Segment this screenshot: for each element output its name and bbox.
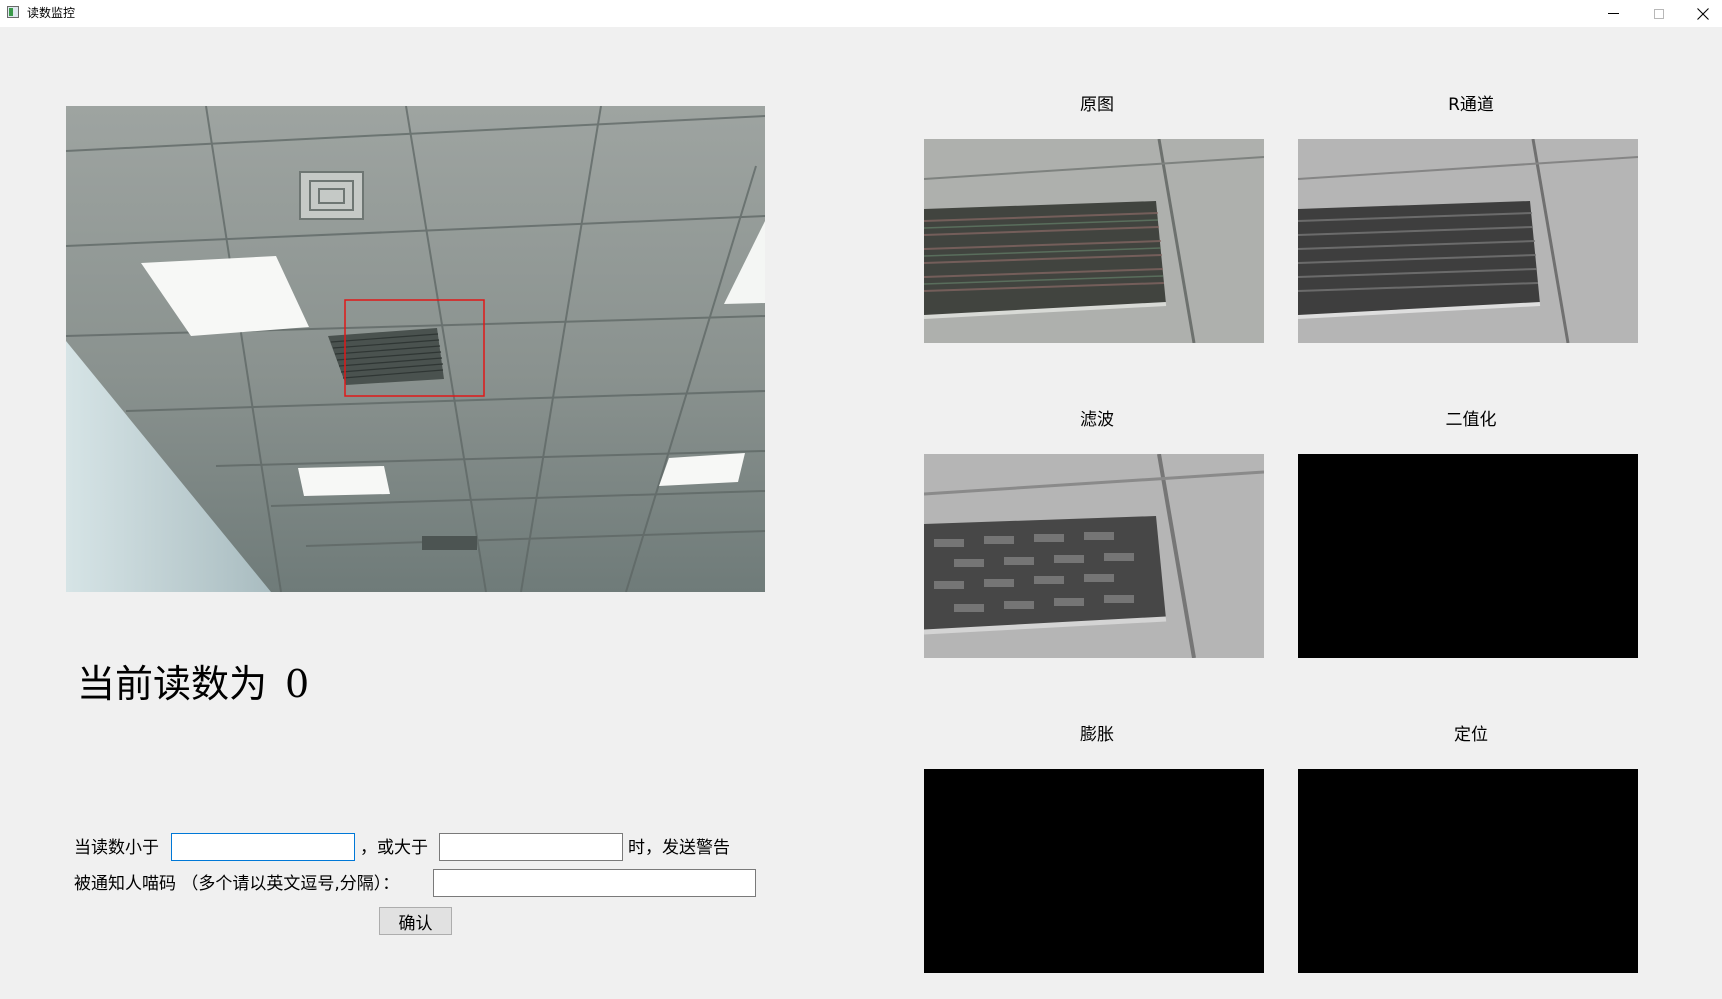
- minimize-button[interactable]: [1590, 0, 1636, 27]
- panel-filter: [924, 454, 1264, 658]
- maximize-button[interactable]: [1636, 0, 1682, 27]
- camera-image: [66, 106, 765, 592]
- app-icon: [7, 6, 19, 18]
- minimize-icon: [1607, 13, 1619, 14]
- confirm-button[interactable]: 确认: [379, 907, 452, 935]
- alert-suffix-label: 时，发送警告: [628, 838, 730, 858]
- panel-r-channel: [1298, 139, 1638, 343]
- reading-label: 当前读数为: [77, 662, 268, 706]
- panel-original: [924, 139, 1264, 343]
- below-threshold-input[interactable]: [171, 833, 355, 861]
- maximize-icon: [1654, 8, 1664, 19]
- below-threshold-label: 当读数小于: [74, 838, 159, 858]
- camera-feed: [66, 106, 765, 592]
- panel-label-r-channel: R通道: [1448, 95, 1494, 115]
- close-icon: [1697, 7, 1709, 20]
- above-threshold-label: ，或大于: [360, 838, 428, 858]
- notify-input[interactable]: [433, 869, 756, 897]
- panel-binarize: [1298, 454, 1638, 658]
- reading-value: 0: [285, 662, 310, 706]
- panel-label-dilate: 膨胀: [1080, 725, 1114, 745]
- window-title: 读数监控: [27, 6, 76, 20]
- panel-dilate: [924, 769, 1264, 973]
- panel-label-original: 原图: [1080, 95, 1114, 115]
- above-threshold-input[interactable]: [439, 833, 623, 861]
- panel-label-locate: 定位: [1454, 725, 1488, 745]
- panel-label-binarize: 二值化: [1445, 410, 1497, 430]
- close-button[interactable]: [1680, 0, 1722, 27]
- panel-label-filter: 滤波: [1080, 410, 1114, 430]
- title-bar: 读数监控: [0, 0, 1722, 27]
- notify-label: 被通知人喵码 （多个请以英文逗号,分隔）：: [74, 874, 400, 894]
- current-reading: 当前读数为 0: [77, 660, 309, 708]
- panel-locate: [1298, 769, 1638, 973]
